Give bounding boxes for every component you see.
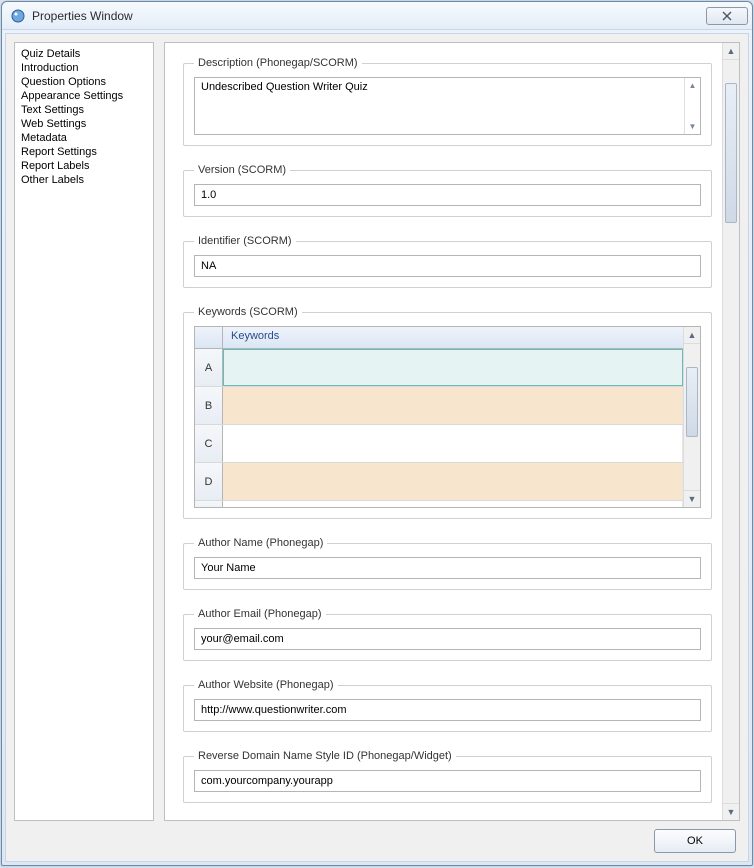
keywords-cell-a[interactable] — [223, 349, 683, 386]
sidebar: Quiz Details Introduction Question Optio… — [14, 42, 154, 821]
label-identifier: Identifier (SCORM) — [194, 235, 296, 247]
label-author-name: Author Name (Phonegap) — [194, 537, 327, 549]
label-description: Description (Phonegap/SCORM) — [194, 57, 362, 69]
keywords-column-header[interactable]: Keywords — [223, 327, 683, 348]
keywords-row-d[interactable]: D — [195, 463, 683, 501]
keywords-grid-inner: Keywords A B — [195, 327, 683, 507]
keywords-rowhdr-a: A — [195, 349, 223, 386]
sidebar-item-text-settings[interactable]: Text Settings — [21, 103, 147, 117]
group-author-email: Author Email (Phonegap) — [183, 608, 712, 661]
group-author-website: Author Website (Phonegap) — [183, 679, 712, 732]
description-field[interactable]: Undescribed Question Writer Quiz ▲ ▼ — [194, 77, 701, 135]
group-identifier: Identifier (SCORM) — [183, 235, 712, 288]
label-author-website: Author Website (Phonegap) — [194, 679, 338, 691]
group-keywords: Keywords (SCORM) Keywords A — [183, 306, 712, 519]
keywords-rowhdr-stub — [195, 501, 223, 507]
chevron-up-icon[interactable]: ▲ — [723, 43, 739, 60]
close-button[interactable] — [706, 7, 748, 25]
sidebar-item-report-labels[interactable]: Report Labels — [21, 159, 147, 173]
keywords-row-b[interactable]: B — [195, 387, 683, 425]
button-row: OK — [14, 821, 740, 853]
sidebar-item-web-settings[interactable]: Web Settings — [21, 117, 147, 131]
main-row: Quiz Details Introduction Question Optio… — [14, 42, 740, 821]
group-author-name: Author Name (Phonegap) — [183, 537, 712, 590]
keywords-grid[interactable]: Keywords A B — [194, 326, 701, 508]
keywords-scroll-thumb[interactable] — [686, 367, 698, 437]
sidebar-item-appearance-settings[interactable]: Appearance Settings — [21, 89, 147, 103]
reverse-domain-field[interactable] — [194, 770, 701, 792]
label-reverse-domain: Reverse Domain Name Style ID (Phonegap/W… — [194, 750, 456, 762]
sidebar-item-metadata[interactable]: Metadata — [21, 131, 147, 145]
identifier-field[interactable] — [194, 255, 701, 277]
sidebar-item-quiz-details[interactable]: Quiz Details — [21, 47, 147, 61]
keywords-cell-d[interactable] — [223, 463, 683, 500]
keywords-cell-b[interactable] — [223, 387, 683, 424]
author-email-field[interactable] — [194, 628, 701, 650]
keywords-rowhdr-d: D — [195, 463, 223, 500]
window-title: Properties Window — [32, 9, 133, 23]
description-scrollbar[interactable]: ▲ ▼ — [684, 78, 700, 134]
content-scroll-thumb[interactable] — [725, 83, 737, 223]
author-website-field[interactable] — [194, 699, 701, 721]
author-name-field[interactable] — [194, 557, 701, 579]
content-panel: Description (Phonegap/SCORM) Undescribed… — [164, 42, 740, 821]
close-icon — [722, 11, 732, 21]
label-keywords: Keywords (SCORM) — [194, 306, 302, 318]
keywords-header-corner — [195, 327, 223, 348]
ok-button[interactable]: OK — [654, 829, 736, 853]
description-value: Undescribed Question Writer Quiz — [201, 81, 368, 93]
keywords-rowhdr-b: B — [195, 387, 223, 424]
app-icon — [10, 8, 26, 24]
keywords-row-c[interactable]: C — [195, 425, 683, 463]
keywords-row-stub — [195, 501, 683, 507]
content-scroll: Description (Phonegap/SCORM) Undescribed… — [165, 43, 722, 820]
keywords-header-row: Keywords — [195, 327, 683, 349]
keywords-row-a[interactable]: A — [195, 349, 683, 387]
keywords-rowhdr-c: C — [195, 425, 223, 462]
sidebar-item-other-labels[interactable]: Other Labels — [21, 173, 147, 187]
chevron-down-icon[interactable]: ▼ — [723, 803, 739, 820]
sidebar-item-report-settings[interactable]: Report Settings — [21, 145, 147, 159]
titlebar: Properties Window — [2, 2, 752, 30]
keywords-cell-c[interactable] — [223, 425, 683, 462]
group-reverse-domain: Reverse Domain Name Style ID (Phonegap/W… — [183, 750, 712, 803]
keywords-body: A B C — [195, 349, 683, 507]
chevron-down-icon[interactable]: ▼ — [685, 119, 700, 134]
properties-window: Properties Window Quiz Details Introduct… — [1, 1, 753, 866]
client-area: Quiz Details Introduction Question Optio… — [5, 33, 749, 862]
chevron-up-icon[interactable]: ▲ — [685, 78, 700, 93]
chevron-down-icon[interactable]: ▼ — [684, 490, 700, 507]
label-author-email: Author Email (Phonegap) — [194, 608, 326, 620]
version-field[interactable] — [194, 184, 701, 206]
label-version: Version (SCORM) — [194, 164, 290, 176]
sidebar-item-introduction[interactable]: Introduction — [21, 61, 147, 75]
keywords-scrollbar[interactable]: ▲ ▼ — [683, 327, 700, 507]
keywords-cell-stub — [223, 501, 683, 507]
group-version: Version (SCORM) — [183, 164, 712, 217]
chevron-up-icon[interactable]: ▲ — [684, 327, 700, 344]
group-description: Description (Phonegap/SCORM) Undescribed… — [183, 57, 712, 146]
sidebar-item-question-options[interactable]: Question Options — [21, 75, 147, 89]
content-scrollbar[interactable]: ▲ ▼ — [722, 43, 739, 820]
